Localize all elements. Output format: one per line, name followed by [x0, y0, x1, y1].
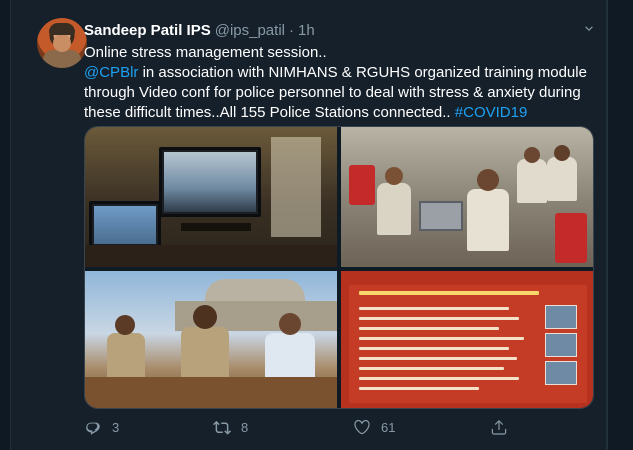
tweet-text-line-2-rest: in association with NIMHANS & RGUHS orga…: [138, 64, 587, 81]
table: [85, 377, 337, 408]
share-button[interactable]: [490, 418, 508, 436]
police-personnel-seated-image[interactable]: [341, 127, 593, 267]
hashtag-link[interactable]: #COVID19: [455, 104, 528, 121]
slide-text-line: [359, 337, 524, 340]
chair: [349, 165, 375, 205]
officer: [517, 159, 547, 203]
like-count: 61: [381, 419, 396, 435]
slide-title-line: [359, 291, 539, 295]
officer-head: [193, 305, 217, 329]
avatar-body: [43, 50, 81, 68]
tweet-actions: 3 8 61: [84, 416, 594, 438]
tweet-text-line-2: @CPBlr in association with NIMHANS & RGU…: [84, 63, 594, 83]
participant-thumbnail: [545, 333, 577, 357]
chair: [555, 213, 587, 263]
officer-head: [524, 147, 540, 163]
desk: [85, 245, 337, 267]
author-handle[interactable]: @ips_patil: [215, 22, 285, 39]
participant-thumbnail: [545, 361, 577, 385]
officer: [377, 183, 411, 235]
reply-icon: [86, 422, 100, 435]
tweet-text-line-4: these difficult times..All 155 Police St…: [84, 103, 594, 123]
tweet-text-line-3: through Video conf for police personnel …: [84, 84, 581, 101]
tweet-text-line-4-text: these difficult times..All 155 Police St…: [84, 104, 455, 121]
monitor-large: [159, 147, 261, 217]
curtain: [271, 137, 321, 237]
monitor-small: [89, 201, 161, 249]
chevron-down-icon[interactable]: [582, 22, 596, 36]
avatar[interactable]: [37, 18, 87, 68]
retweet-icon: [213, 420, 231, 435]
officer-head: [477, 169, 499, 191]
author-name[interactable]: Sandeep Patil IPS: [84, 22, 211, 39]
heart-icon: [354, 419, 370, 435]
officer-head: [554, 145, 570, 161]
tweet-header: Sandeep Patil IPS @ips_patil · 1h: [84, 22, 315, 40]
presentation-slide-image[interactable]: [341, 271, 593, 408]
reply-count: 3: [112, 419, 120, 435]
media-grid: [84, 126, 594, 409]
slide-text-line: [359, 357, 517, 360]
slide-text-line: [359, 307, 509, 310]
slide: [349, 285, 587, 403]
slide-text-line: [359, 327, 499, 330]
officer: [547, 157, 577, 201]
table: [419, 201, 463, 231]
reply-button[interactable]: 3: [84, 418, 119, 436]
officer-head: [115, 315, 135, 335]
retweet-button[interactable]: 8: [213, 418, 248, 436]
share-icon: [491, 420, 507, 435]
slide-text-line: [359, 377, 519, 380]
tweet-time[interactable]: 1h: [298, 22, 315, 39]
slide-text-line: [359, 387, 479, 390]
slide-text-line: [359, 317, 519, 320]
slide-text-line: [359, 367, 504, 370]
officer: [181, 327, 229, 383]
officers-at-table-image[interactable]: [85, 271, 337, 408]
video-conference-monitors-image[interactable]: [85, 127, 337, 267]
avatar-cap: [49, 23, 75, 35]
officer-head: [385, 167, 403, 185]
window-left-edge: [0, 0, 10, 450]
separator-dot: ·: [288, 22, 294, 39]
mention-link[interactable]: @CPBlr: [84, 64, 138, 81]
officer-head: [279, 313, 301, 335]
slide-text-line: [359, 347, 509, 350]
avatar-face: [53, 34, 71, 52]
tweet-text: Online stress management session.. @CPBl…: [84, 43, 594, 123]
like-button[interactable]: 61: [353, 418, 395, 436]
retweet-count: 8: [241, 419, 249, 435]
officer: [467, 189, 509, 251]
officer: [107, 333, 145, 381]
keyboard: [181, 223, 251, 231]
tweet-text-line-1: Online stress management session..: [84, 44, 327, 61]
participant-thumbnail: [545, 305, 577, 329]
window-right-edge: [607, 0, 633, 450]
